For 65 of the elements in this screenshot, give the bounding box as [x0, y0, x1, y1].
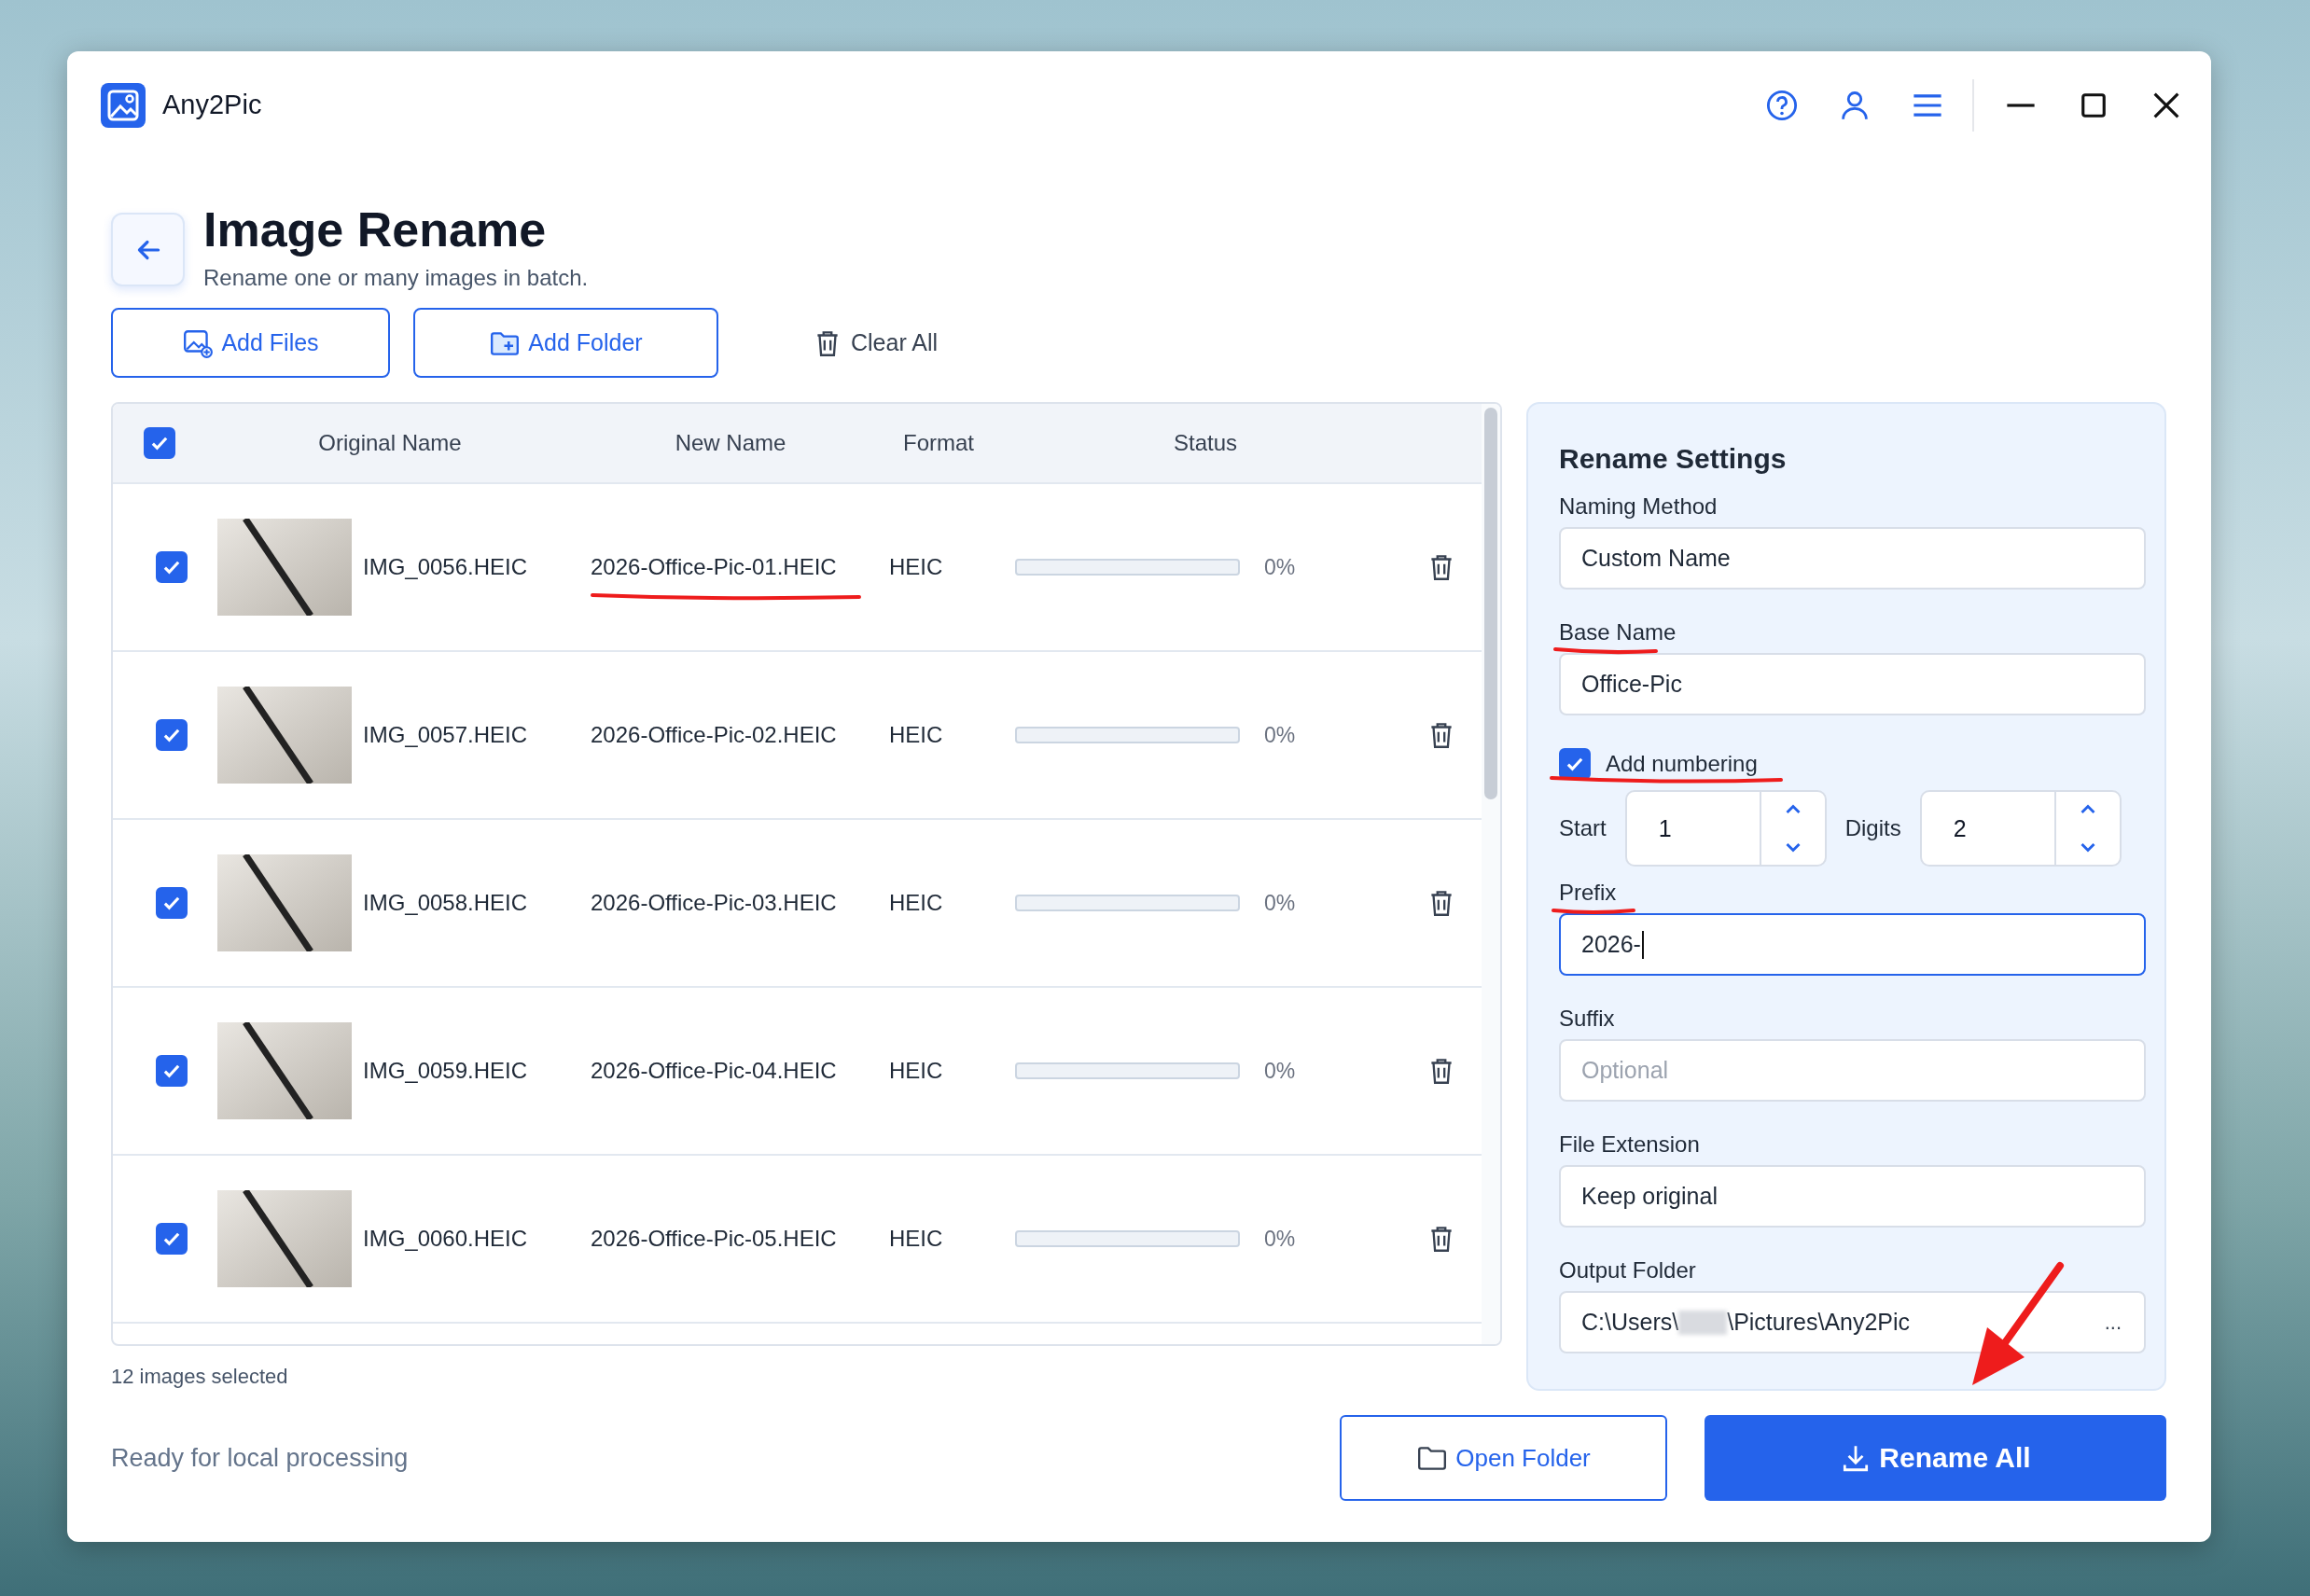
progress-percent: 0%: [1264, 722, 1296, 748]
row-checkbox[interactable]: [156, 719, 188, 751]
digits-field[interactable]: 2: [1919, 790, 2122, 867]
field-label: Start: [1559, 815, 1607, 841]
row-checkbox[interactable]: [156, 1055, 188, 1087]
field-label: Output Folder: [1559, 1257, 1696, 1284]
field-label: Suffix: [1559, 1006, 1615, 1032]
format-cell-text: HEIC: [889, 1058, 944, 1084]
row-checkbox[interactable]: [156, 1223, 188, 1255]
progress-percent: 0%: [1264, 1226, 1296, 1252]
clear-all-button[interactable]: Clear All: [793, 308, 957, 378]
format-cell-text: HEIC: [889, 890, 944, 916]
add-files-button[interactable]: Add Files: [111, 308, 390, 378]
select-all-checkbox[interactable]: [144, 427, 175, 459]
output-folder-path: C:\Users\: [1581, 1309, 1679, 1336]
format-cell-text: HEIC: [889, 1226, 944, 1252]
add-folder-button[interactable]: Add Folder: [413, 308, 718, 378]
row-checkbox[interactable]: [156, 551, 188, 583]
file-extension-field[interactable]: Keep original: [1559, 1165, 2146, 1228]
settings-title: Rename Settings: [1559, 443, 1788, 475]
prefix-field[interactable]: 2026-: [1559, 913, 2146, 976]
original-name-cell-text: IMG_0057.HEIC: [362, 722, 529, 748]
column-header: New Name: [674, 430, 787, 456]
original-name-cell-text: IMG_0060.HEIC: [362, 1226, 529, 1252]
output-folder-path: \Pictures\Any2Pic: [1727, 1309, 1911, 1336]
selection-count: 12 images selected: [111, 1365, 289, 1389]
app-title: Any2Pic: [162, 90, 262, 120]
original-name-cell-text: IMG_0056.HEIC: [362, 554, 529, 580]
new-name-cell: 2026-Office-Pic-05.HEIC: [591, 1226, 837, 1251]
new-name-cell: 2026-Office-Pic-03.HEIC: [591, 890, 837, 915]
row-checkbox[interactable]: [156, 887, 188, 919]
original-name-cell-text: IMG_0059.HEIC: [362, 1058, 529, 1084]
blurred-redaction: [1678, 1310, 1728, 1335]
progress-percent: 0%: [1264, 1058, 1296, 1084]
column-header: Format: [902, 430, 975, 456]
scrollbar-thumb[interactable]: [1484, 408, 1497, 799]
base-name-field[interactable]: Office-Pic: [1559, 653, 2146, 715]
field-label: File Extension: [1559, 1131, 1700, 1158]
format-cell-text: HEIC: [889, 722, 944, 748]
start-number-field[interactable]: 1: [1624, 790, 1827, 867]
new-name-cell: 2026-Office-Pic-02.HEIC: [591, 722, 837, 747]
open-folder-button[interactable]: Open Folder: [1340, 1415, 1667, 1501]
page-subtitle: Rename one or many images in batch.: [203, 265, 589, 291]
column-header: Status: [1172, 430, 1238, 456]
progress-percent: 0%: [1264, 890, 1296, 916]
new-name-cell: 2026-Office-Pic-01.HEIC: [591, 554, 837, 579]
help-icon[interactable]: [1765, 88, 1799, 122]
rename-all-button[interactable]: Rename All: [1705, 1415, 2166, 1501]
checkbox-label: Add numbering: [1606, 751, 1758, 777]
field-label: Digits: [1844, 815, 1901, 841]
column-header: Original Name: [317, 430, 463, 456]
field-label: Prefix: [1559, 880, 1617, 906]
browse-button[interactable]: ...: [2104, 1310, 2122, 1335]
new-name-cell: 2026-Office-Pic-04.HEIC: [591, 1058, 837, 1083]
field-label: Naming Method: [1559, 493, 1718, 520]
field-label: Base Name: [1559, 619, 1677, 645]
page-title: Image Rename: [203, 201, 548, 258]
add-numbering-checkbox[interactable]: [1559, 748, 1591, 780]
app-logo-icon: [101, 82, 146, 128]
progress-percent: 0%: [1264, 554, 1296, 580]
status-message: Ready for local processing: [111, 1443, 409, 1473]
original-name-cell-text: IMG_0058.HEIC: [362, 890, 529, 916]
scrollbar[interactable]: [1482, 404, 1500, 1344]
naming-method-field[interactable]: Custom Name: [1559, 527, 2146, 590]
format-cell-text: HEIC: [889, 554, 944, 580]
